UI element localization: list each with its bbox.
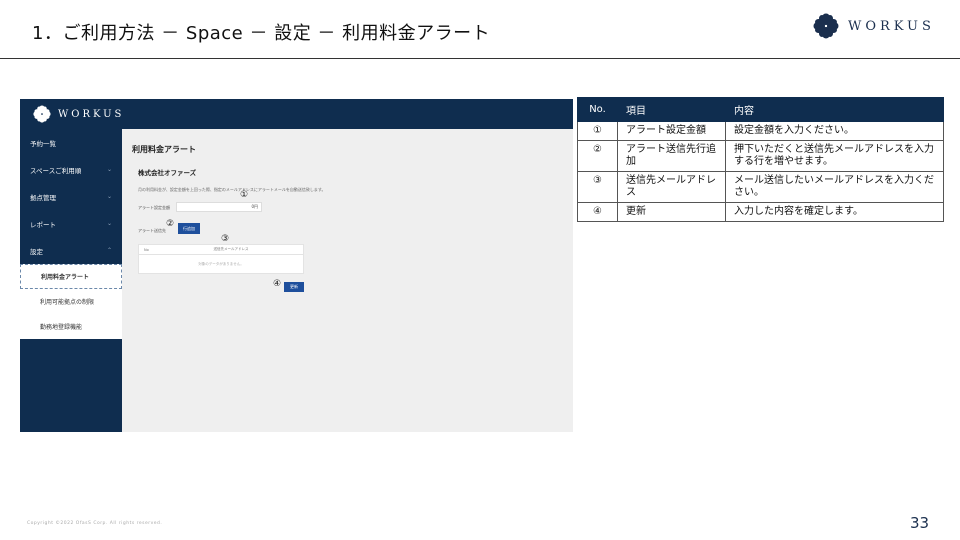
row-item: 送信先メールアドレス <box>617 171 726 203</box>
alert-amount-label: アラート設定金額 <box>138 205 170 210</box>
row-content: 設定金額を入力ください。 <box>725 121 944 141</box>
app-sidebar: 予約一覧 スペースご利用順 ⌄ 拠点管理 ⌄ レポート ⌄ 設定 ⌃ 利用料金ア… <box>20 129 122 432</box>
clover-logo-icon <box>33 105 51 123</box>
email-table-empty: 対象のデータがありません。 <box>198 261 244 266</box>
chevron-up-icon: ⌃ <box>106 247 112 254</box>
header-divider <box>0 58 960 59</box>
table-row: ① アラート設定金額 設定金額を入力ください。 <box>577 121 944 141</box>
alert-destination-label: アラート送信先 <box>138 228 166 233</box>
marker-1: ① <box>240 190 249 200</box>
nav-item-report[interactable]: レポート ⌄ <box>20 210 122 237</box>
row-item: アラート設定金額 <box>617 121 726 141</box>
explanation-table: No. 項目 内容 ① アラート設定金額 設定金額を入力ください。 ② アラート… <box>577 97 944 222</box>
brand-logo: WORKUS <box>810 10 935 42</box>
row-content: メール送信したいメールアドレスを入力ください。 <box>725 171 944 203</box>
nav-item-label: 設定 <box>30 247 43 256</box>
marker-2: ② <box>166 219 175 229</box>
slide-title: 1．ご利用方法 － Space － 設定 － 利用料金アラート <box>32 23 491 44</box>
table-row: ④ 更新 入力した内容を確定します。 <box>577 202 944 222</box>
company-name: 株式会社オファーズ <box>138 169 197 177</box>
table-header-row: No. 項目 内容 <box>577 97 944 122</box>
marker-4: ④ <box>273 279 282 289</box>
page-number: 33 <box>910 514 930 532</box>
nav-item-settings[interactable]: 設定 ⌃ <box>20 237 122 264</box>
chevron-down-icon: ⌄ <box>106 166 112 173</box>
row-item: アラート送信先行追加 <box>617 140 726 172</box>
add-row-button[interactable]: 行追加 <box>178 223 200 234</box>
nav-item-label: 予約一覧 <box>30 139 56 148</box>
chevron-down-icon: ⌄ <box>106 193 112 200</box>
row-no: ② <box>577 140 618 172</box>
sub-nav-usage-fee-alert[interactable]: 利用料金アラート <box>20 264 122 289</box>
app-logo-text: WORKUS <box>58 108 125 120</box>
nav-item-label: 拠点管理 <box>30 193 56 202</box>
sub-nav-label: 利用可能拠点の制限 <box>40 299 95 306</box>
row-no: ④ <box>577 202 618 222</box>
nav-item-space-usage[interactable]: スペースご利用順 ⌄ <box>20 156 122 183</box>
brand-text: WORKUS <box>848 18 935 34</box>
header-item: 項目 <box>617 97 726 122</box>
row-content: 押下いただくと送信先メールアドレスを入力する行を増やせます。 <box>725 140 944 172</box>
header-no: No. <box>577 97 618 122</box>
app-header: WORKUS <box>20 99 573 129</box>
table-row: ③ 送信先メールアドレス メール送信したいメールアドレスを入力ください。 <box>577 171 944 203</box>
table-header-no: No <box>144 247 149 252</box>
sub-nav-label: 勤務地登録機能 <box>40 324 83 331</box>
sub-nav-workplace-registration[interactable]: 勤務地登録機能 <box>20 314 122 339</box>
copyright-text: Copyright ©2022 OfasS Corp. All rights r… <box>27 521 163 526</box>
nav-item-label: スペースご利用順 <box>30 166 82 175</box>
email-table: No 送信先メールアドレス 対象のデータがありません。 <box>138 244 304 274</box>
nav-item-label: レポート <box>30 220 56 229</box>
nav-item-location-management[interactable]: 拠点管理 ⌄ <box>20 183 122 210</box>
row-item: 更新 <box>617 202 726 222</box>
app-page-title: 利用料金アラート <box>132 145 196 154</box>
update-button[interactable]: 更新 <box>284 282 304 292</box>
app-screenshot: WORKUS 予約一覧 スペースご利用順 ⌄ 拠点管理 ⌄ レポート ⌄ 設定 … <box>20 99 573 432</box>
email-table-header: No 送信先メールアドレス <box>139 245 303 255</box>
nav-item-reservations[interactable]: 予約一覧 <box>20 129 122 156</box>
header-content: 内容 <box>725 97 944 122</box>
table-row: ② アラート送信先行追加 押下いただくと送信先メールアドレスを入力する行を増やせ… <box>577 140 944 172</box>
row-no: ③ <box>577 171 618 203</box>
clover-logo-icon <box>813 13 839 39</box>
chevron-down-icon: ⌄ <box>106 220 112 227</box>
alert-description: 月の利用料金が、設定金額を上回った際、指定のメールアドレスにアラートメールを自動… <box>138 187 326 192</box>
alert-amount-input[interactable]: 0円 <box>176 202 262 212</box>
table-header-email: 送信先メールアドレス <box>213 247 249 251</box>
sub-nav-location-restriction[interactable]: 利用可能拠点の制限 <box>20 289 122 314</box>
row-no: ① <box>577 121 618 141</box>
sub-nav-label: 利用料金アラート <box>41 274 90 281</box>
marker-3: ③ <box>221 234 230 244</box>
row-content: 入力した内容を確定します。 <box>725 202 944 222</box>
